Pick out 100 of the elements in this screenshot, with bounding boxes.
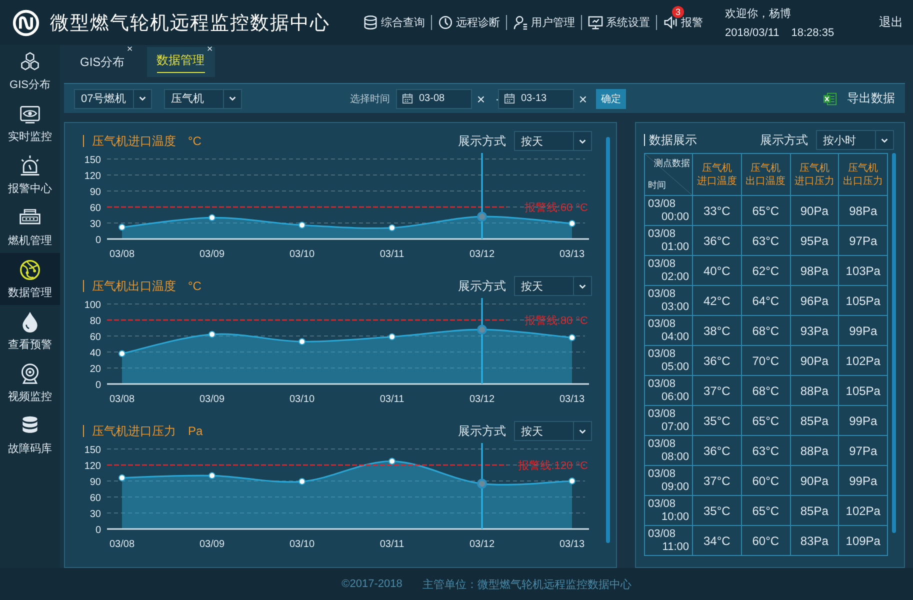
table-cell: 37°C <box>692 376 742 406</box>
nav-link[interactable]: 用户管理 <box>507 15 581 30</box>
axis-label: 40 <box>90 348 101 359</box>
data-point <box>208 472 216 480</box>
table-cell: 102Pa <box>838 346 888 376</box>
export-button[interactable]: 导出数据 <box>823 90 895 107</box>
table-cell: 37°C <box>692 466 742 496</box>
chart-title: 压气机进口压力 <box>92 425 176 437</box>
database-icon <box>363 15 378 30</box>
sidebar-item[interactable]: GIS分布 <box>0 45 60 97</box>
close-button[interactable]: × <box>206 45 213 55</box>
panel-title: 数据展示 <box>644 134 697 146</box>
alarm-label: 报警线:120 °C <box>518 460 588 472</box>
table-cell: 90Pa <box>790 196 839 226</box>
data-point <box>568 334 576 342</box>
scrollbar[interactable] <box>892 153 896 533</box>
table-header-cell: 测点数据 时间 <box>644 154 692 196</box>
axis-label: 0 <box>95 235 101 246</box>
axis-label: 03/08 <box>109 249 135 260</box>
logout-link[interactable]: 退出 <box>879 14 903 31</box>
data-point <box>388 224 396 232</box>
time-text: 11:00 <box>661 540 690 554</box>
clear-button[interactable]: × <box>474 92 488 106</box>
data-point <box>118 474 126 482</box>
display-select[interactable]: 按小时 <box>816 130 894 150</box>
time-text: 10:00 <box>660 510 690 524</box>
date-text: 03/08 <box>647 498 677 510</box>
sidebar-item[interactable]: 数据管理 <box>0 253 60 305</box>
close-button[interactable]: × <box>126 45 133 55</box>
date-text: 03/08 <box>647 288 677 300</box>
table-cell: 88Pa <box>790 436 839 466</box>
sidebar-item[interactable]: 查看预警 <box>0 305 60 357</box>
notification-badge: 3 <box>672 6 684 18</box>
alarm-label: 报警线:80 °C <box>524 315 588 327</box>
table-cell: 88Pa <box>790 376 839 406</box>
axis-label: 03/09 <box>199 539 225 550</box>
table-cell: 109Pa <box>838 526 888 556</box>
table-cell: 38°C <box>692 316 742 346</box>
monitor-icon <box>588 15 603 30</box>
sidebar-item[interactable]: 故障码库 <box>0 409 60 461</box>
axis-label: 30 <box>90 509 101 520</box>
date-field[interactable]: 03-08 <box>396 88 472 108</box>
table-cell: 99Pa <box>838 466 888 496</box>
unit-label: Pa <box>188 425 203 437</box>
table-cell: 97Pa <box>838 436 888 466</box>
display-select[interactable]: 按天 <box>514 131 592 151</box>
axis-label: 03/08 <box>109 394 135 405</box>
table-cell: 98Pa <box>838 196 888 226</box>
data-point <box>568 220 576 228</box>
axis-label: 30 <box>90 219 101 230</box>
hexagons-icon <box>19 50 41 72</box>
table-cell: 83Pa <box>790 526 839 556</box>
table-cell: 99Pa <box>838 316 888 346</box>
nav-link[interactable]: 综合查询 <box>357 15 431 30</box>
date-text: 03/08 <box>647 528 677 540</box>
data-point <box>208 330 216 338</box>
axis-label: 60 <box>90 493 101 504</box>
date-field[interactable]: 03-13 <box>498 88 574 108</box>
table-cell: 60°C <box>741 526 790 556</box>
axis-label: 03/12 <box>469 539 495 550</box>
table-cell: 98Pa <box>790 256 839 286</box>
table-cell: 33°C <box>692 196 742 226</box>
tab[interactable]: 数据管理 × <box>146 47 215 77</box>
nav-link[interactable]: 系统设置 <box>582 15 656 30</box>
sidebar-item[interactable]: 燃机管理 <box>0 201 60 253</box>
display-label: 展示方式 <box>458 422 506 440</box>
table-cell: 99Pa <box>838 406 888 436</box>
sidebar-item[interactable]: 实时监控 <box>0 97 60 149</box>
table-cell: 103Pa <box>838 256 888 286</box>
axis-label: 03/10 <box>289 394 315 405</box>
data-point <box>298 478 306 486</box>
confirm-button[interactable]: 确定 <box>596 88 626 108</box>
data-point <box>477 212 487 222</box>
axis-label: 03/08 <box>109 539 135 550</box>
table-cell: 62°C <box>741 256 790 286</box>
nav-link[interactable]: 报警 <box>657 15 709 30</box>
column-header: 压气机 出口温度 <box>741 154 790 196</box>
display-label: 展示方式 <box>458 278 506 294</box>
data-point <box>388 333 396 340</box>
display-select[interactable]: 按天 <box>514 421 592 441</box>
axis-label: 03/12 <box>469 249 495 260</box>
table-cell: 35°C <box>692 496 742 526</box>
clear-button[interactable]: × <box>576 92 590 106</box>
time-text: 18:28:35 <box>791 27 834 39</box>
camera-icon <box>19 362 41 384</box>
table-cell: 95Pa <box>790 226 839 256</box>
nav-link[interactable]: 远程诊断 <box>432 15 506 30</box>
sidebar-item[interactable]: 报警中心 <box>0 149 60 201</box>
table-cell: 90Pa <box>790 346 839 376</box>
data-point <box>118 224 126 231</box>
display-select[interactable]: 按天 <box>514 276 592 296</box>
table-cell: 90Pa <box>790 466 839 496</box>
axis-label: 90 <box>90 187 101 198</box>
sidebar-item[interactable]: 视频监控 <box>0 357 60 409</box>
unit-select[interactable]: 07号燃机 <box>74 88 152 108</box>
scrollbar[interactable] <box>606 137 610 543</box>
tab[interactable]: GIS分布 × <box>70 47 135 77</box>
axis-label: 150 <box>84 445 101 456</box>
component-select[interactable]: 压气机 <box>164 88 242 108</box>
data-point <box>568 478 576 484</box>
